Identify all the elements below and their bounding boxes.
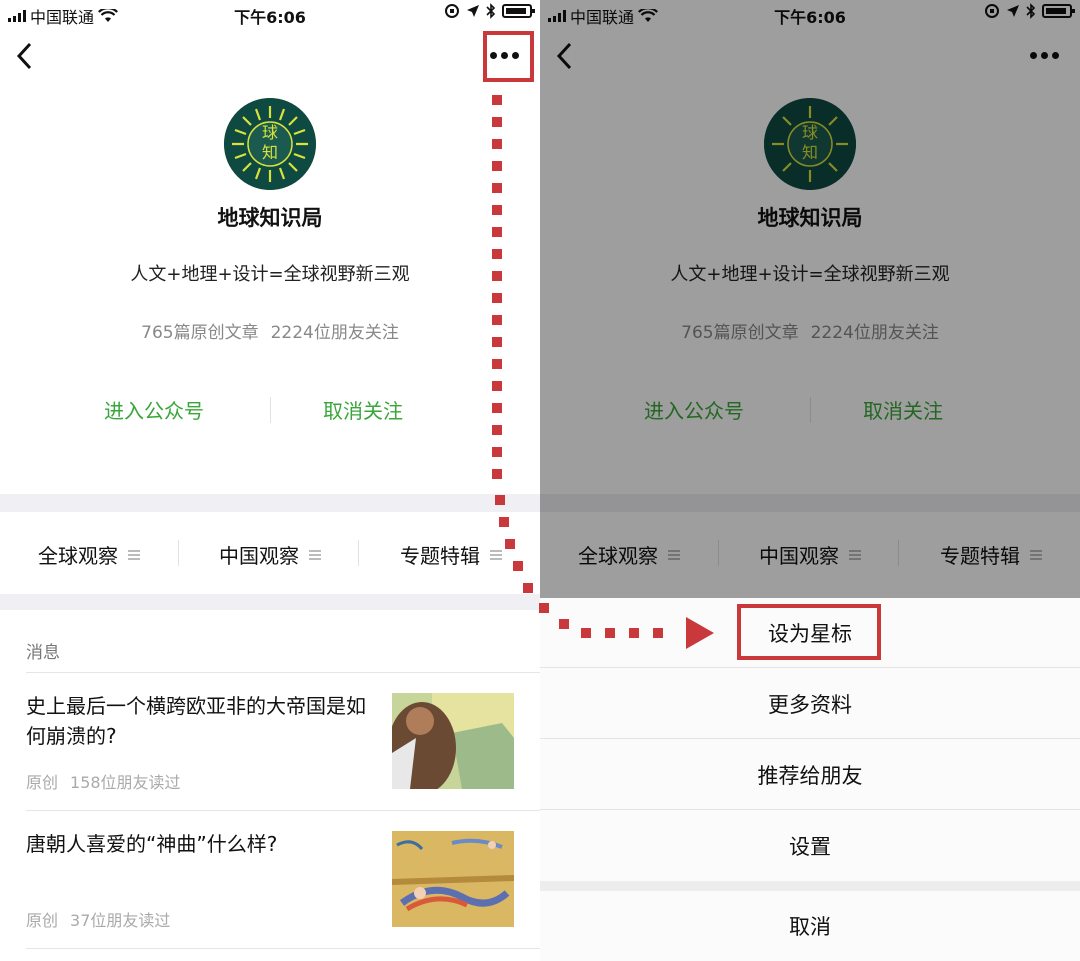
arrow-dot [492, 359, 502, 369]
avatar: 球知 [224, 98, 316, 190]
arrow-dot [539, 603, 549, 613]
arrow-dot [492, 447, 502, 457]
article-thumbnail [392, 831, 514, 927]
article-reads: 158位朋友读过 [70, 773, 181, 792]
arrow-dot [495, 495, 505, 505]
nav-bar [0, 28, 540, 84]
arrow-dot [629, 628, 639, 638]
article-meta: 原创 158位朋友读过 [26, 769, 181, 793]
avatar-text: 球知 [261, 123, 278, 162]
right-screen: 中国联通 下午6:06 球知 地球知识局 人文+地理+设计=全球视野新三观 76… [540, 0, 1080, 961]
back-icon[interactable] [12, 38, 40, 74]
menu-label: 中国观察 [219, 544, 299, 568]
arrow-dot [492, 315, 502, 325]
arrow-dot [492, 205, 502, 215]
battery-icon [502, 4, 535, 18]
arrow-dot [653, 628, 663, 638]
account-menu: 全球观察 中国观察 专题特辑 [0, 512, 540, 594]
arrow-dot [492, 117, 502, 127]
location-icon [467, 5, 479, 17]
menu-divider [358, 540, 359, 566]
arrow-head [686, 617, 714, 649]
arrow-dot [492, 469, 502, 479]
dim-overlay[interactable] [540, 0, 1080, 598]
arrow-dot [605, 628, 615, 638]
section-gap [0, 594, 540, 610]
arrow-dot [492, 381, 502, 391]
orientation-lock-icon [445, 4, 459, 18]
section-gap [0, 494, 540, 512]
arrow-dot [513, 561, 523, 571]
more-options-highlight [483, 31, 534, 82]
enter-account-button[interactable]: 进入公众号 [104, 395, 204, 424]
bluetooth-icon [486, 3, 496, 19]
arrow-dot [492, 271, 502, 281]
set-star-highlight [737, 604, 881, 660]
recommend-to-friend-button[interactable]: 推荐给朋友 [540, 740, 1080, 810]
follower-count: 2224位朋友关注 [270, 323, 399, 343]
unfollow-button[interactable]: 取消关注 [323, 395, 403, 424]
arrow-dot [492, 139, 502, 149]
arrow-dot [499, 517, 509, 527]
status-bar: 中国联通 下午6:06 [0, 0, 540, 28]
arrow-dot [492, 425, 502, 435]
profile-actions: 进入公众号 取消关注 [0, 395, 540, 429]
article-title: 唐朝人喜爱的“神曲”什么样? [26, 832, 278, 856]
menu-icon [490, 549, 502, 560]
action-divider [270, 397, 271, 423]
messages-section: 消息 史上最后一个横跨欧亚非的大帝国是如何崩溃的? 原创 158位朋友读过 唐朝人… [0, 610, 540, 961]
arrow-dot [492, 183, 502, 193]
menu-label: 专题特辑 [400, 544, 480, 568]
arrow-dot [492, 161, 502, 171]
arrow-dot [492, 337, 502, 347]
article-title: 史上最后一个横跨欧亚非的大帝国是如何崩溃的? [26, 694, 366, 748]
arrow-dot [492, 403, 502, 413]
account-name: 地球知识局 [217, 206, 323, 230]
menu-label: 全球观察 [38, 544, 118, 568]
cancel-button[interactable]: 取消 [540, 891, 1080, 961]
arrow-dot [492, 249, 502, 259]
article-reads: 37位朋友读过 [70, 911, 171, 930]
settings-button[interactable]: 设置 [540, 811, 1080, 881]
menu-item-china[interactable]: 中国观察 [219, 540, 321, 569]
menu-item-special[interactable]: 专题特辑 [400, 540, 502, 569]
account-description: 人文+地理+设计=全球视野新三观 [130, 264, 410, 285]
divider [26, 948, 540, 949]
status-icons [444, 3, 535, 19]
article-item[interactable]: 唐朝人喜爱的“神曲”什么样? 原创 37位朋友读过 [0, 811, 540, 949]
menu-divider [178, 540, 179, 566]
arrow-dot [559, 619, 569, 629]
arrow-dot [492, 95, 502, 105]
arrow-dot [505, 539, 515, 549]
arrow-dot [492, 293, 502, 303]
article-meta: 原创 37位朋友读过 [26, 907, 170, 931]
left-screen: 中国联通 下午6:06 球知 地球知识局 人文+地理+设计=全球视野新三观 76… [0, 0, 540, 961]
article-count: 765篇原创文章 [141, 323, 259, 343]
menu-item-global[interactable]: 全球观察 [38, 540, 140, 569]
article-thumbnail [392, 693, 514, 789]
more-info-button[interactable]: 更多资料 [540, 669, 1080, 739]
menu-icon [128, 549, 140, 560]
sheet-gap [540, 881, 1080, 891]
account-stats: 765篇原创文章 2224位朋友关注 [0, 318, 540, 343]
article-item[interactable]: 史上最后一个横跨欧亚非的大帝国是如何崩溃的? 原创 158位朋友读过 [0, 673, 540, 811]
article-tag: 原创 [26, 773, 59, 792]
messages-header: 消息 [26, 643, 60, 663]
arrow-dot [492, 227, 502, 237]
arrow-dot [523, 583, 533, 593]
menu-icon [309, 549, 321, 560]
arrow-dot [581, 628, 591, 638]
article-tag: 原创 [26, 911, 59, 930]
